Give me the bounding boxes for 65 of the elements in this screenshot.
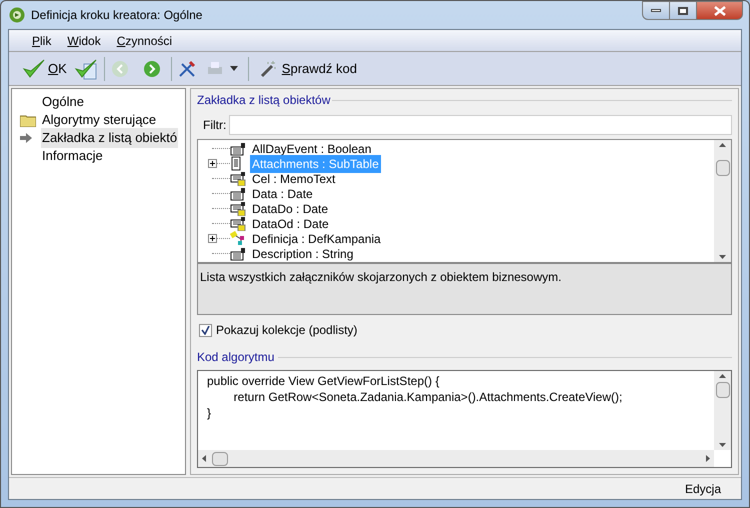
tree-item[interactable]: Data : Date bbox=[250, 184, 315, 202]
description-text: Lista wszystkich załączników skojarzonych z obiektem biznesowym. bbox=[197, 263, 732, 315]
arrow-icon bbox=[20, 133, 32, 143]
dropdown-arrow-icon[interactable] bbox=[230, 66, 238, 71]
table-icon bbox=[230, 156, 242, 171]
menu-item[interactable]: Widok bbox=[60, 30, 108, 50]
field-icon bbox=[230, 246, 246, 260]
scroll-down-icon[interactable] bbox=[719, 255, 726, 259]
app-icon bbox=[9, 7, 25, 23]
checkmark-icon bbox=[201, 326, 210, 334]
tools-icon[interactable] bbox=[178, 60, 196, 78]
folder-icon bbox=[20, 114, 36, 126]
tree-item[interactable]: DataOd : Date bbox=[250, 214, 331, 232]
scroll-right-icon[interactable] bbox=[706, 455, 710, 462]
scroll-up-icon[interactable] bbox=[719, 143, 726, 147]
filter-label: Filtr: bbox=[203, 117, 226, 134]
status-text: Edycja bbox=[684, 480, 721, 498]
field-icon bbox=[230, 186, 246, 200]
relation-icon bbox=[230, 231, 246, 246]
close-button[interactable] bbox=[696, 1, 743, 20]
tree-item[interactable]: Cel : MemoText bbox=[250, 170, 338, 188]
ok-button[interactable]: OK bbox=[21, 58, 68, 80]
code-editor[interactable]: public override View GetViewForListStep() { return GetRow<Soneta.Zadania.Kampania>().Attachments.CreateView(); } bbox=[197, 370, 732, 468]
horizontal-scrollbar[interactable] bbox=[198, 450, 714, 467]
minimize-button[interactable] bbox=[642, 1, 670, 20]
field-icon bbox=[230, 142, 246, 156]
scroll-left-icon[interactable] bbox=[202, 455, 206, 462]
field-icon bbox=[230, 216, 246, 231]
check-code-button[interactable]: Sprawdź kod bbox=[258, 58, 357, 78]
group-title: Kod algorytmu bbox=[197, 349, 274, 366]
tree-item[interactable]: Description : String bbox=[250, 244, 356, 262]
vertical-scrollbar[interactable] bbox=[714, 140, 731, 262]
scrollbar-thumb[interactable] bbox=[716, 382, 730, 398]
tree-item[interactable]: DataDo : Date bbox=[250, 200, 330, 218]
menu-item[interactable]: Plik bbox=[25, 30, 58, 50]
field-icon bbox=[230, 171, 246, 186]
expand-icon[interactable] bbox=[208, 234, 217, 243]
checkbox[interactable] bbox=[199, 324, 212, 336]
code-line: return GetRow<Soneta.Zadania.Kampania>().Attachments.CreateView(); bbox=[232, 389, 624, 405]
scrollbar-thumb[interactable] bbox=[716, 160, 730, 176]
code-line: public override View GetViewForListStep() { bbox=[207, 373, 440, 389]
window-title: Definicja kroku kreatora: Ogólne bbox=[31, 7, 202, 24]
scrollbar-thumb[interactable] bbox=[212, 452, 228, 466]
filter-field[interactable] bbox=[229, 115, 732, 135]
tree-item[interactable]: AllDayEvent : Boolean bbox=[250, 140, 374, 158]
nav-item[interactable]: Informacje bbox=[41, 146, 104, 166]
group-title: Zakładka z listą obiektów bbox=[197, 92, 330, 109]
expand-icon[interactable] bbox=[208, 159, 217, 168]
checkmark-icon bbox=[22, 58, 46, 80]
code-line: } bbox=[207, 405, 212, 421]
nav-item[interactable]: Zakładka z listą obiektó bbox=[41, 128, 178, 148]
forward-icon[interactable] bbox=[142, 60, 161, 78]
vertical-scrollbar[interactable] bbox=[714, 371, 731, 450]
checkmark-page-icon[interactable] bbox=[74, 58, 98, 80]
close-icon bbox=[714, 6, 726, 16]
menu-item[interactable]: Czynności bbox=[110, 30, 180, 50]
nav-item[interactable]: Ogólne bbox=[41, 92, 85, 112]
field-icon bbox=[230, 201, 246, 216]
scroll-up-icon[interactable] bbox=[719, 374, 726, 378]
checkbox-label: Pokazuj kolekcje (podlisty) bbox=[216, 322, 358, 339]
tree-item[interactable]: Definicja : DefKampania bbox=[250, 230, 383, 248]
nav-item[interactable]: Algorytmy sterujące bbox=[41, 110, 158, 130]
maximize-button[interactable] bbox=[670, 1, 696, 20]
magic-wand-icon bbox=[258, 60, 277, 78]
scroll-down-icon[interactable] bbox=[719, 443, 726, 447]
